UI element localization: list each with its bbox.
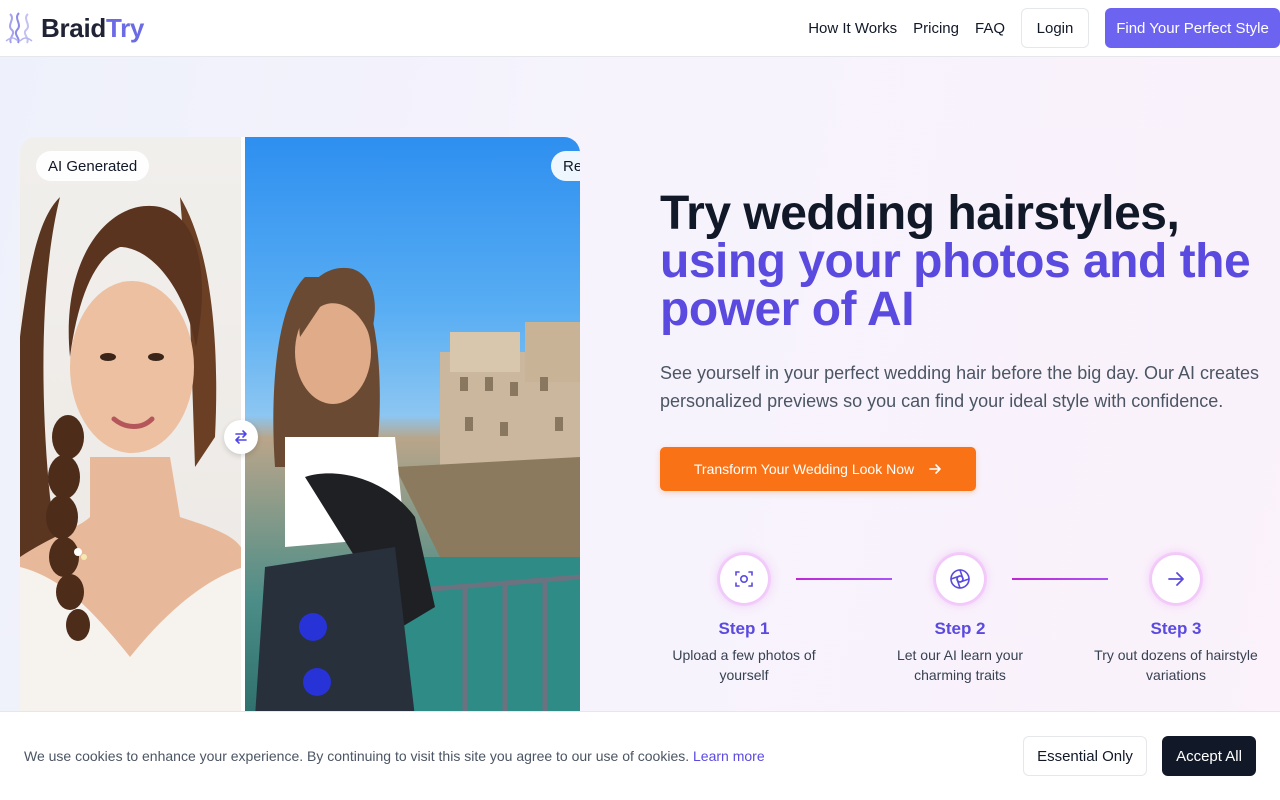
real-photo [245, 137, 580, 717]
hero-title-line1: Try wedding hairstyles, [660, 187, 1180, 240]
hero-title: Try wedding hairstyles, using your photo… [660, 190, 1260, 334]
step-1-title: Step 1 [718, 619, 770, 638]
transform-look-label: Transform Your Wedding Look Now [693, 461, 915, 477]
hero-title-line2: using your photos and the power of AI [660, 235, 1251, 336]
transform-look-button[interactable]: Transform Your Wedding Look Now [660, 447, 976, 491]
hero-subtitle: See yourself in your perfect wedding hai… [660, 363, 1260, 411]
nav-how-it-works[interactable]: How It Works [808, 20, 897, 37]
step-2: Step 2 Let our AI learn your charming tr… [870, 555, 1050, 685]
step-1-desc: Upload a few photos of yourself [672, 647, 816, 683]
step-2-title: Step 2 [934, 619, 986, 638]
essential-only-button[interactable]: Essential Only [1023, 736, 1147, 776]
braid-logo-icon [5, 12, 33, 44]
aperture-icon [936, 555, 984, 603]
main-nav: How It Works Pricing FAQ Login Find Your… [808, 0, 1280, 57]
brand-logo[interactable]: BraidTry [2, 0, 144, 57]
cookie-banner: We use cookies to enhance your experienc… [0, 711, 1280, 800]
real-photo-tag: Re [551, 151, 580, 181]
step-3-desc: Try out dozens of hairstyle variations [1094, 647, 1258, 683]
ai-generated-tag: AI Generated [36, 151, 150, 181]
step-3: Step 3 Try out dozens of hairstyle varia… [1086, 555, 1266, 685]
cookie-learn-more-link[interactable]: Learn more [693, 748, 765, 764]
scan-face-icon [720, 555, 768, 603]
arrow-right-icon [1152, 555, 1200, 603]
arrow-right-icon [928, 462, 942, 476]
accept-all-button[interactable]: Accept All [1162, 736, 1256, 776]
find-style-button[interactable]: Find Your Perfect Style [1105, 8, 1280, 48]
slider-handle[interactable] [224, 420, 258, 454]
brand-name: BraidTry [41, 12, 145, 43]
cookie-message: We use cookies to enhance your experienc… [24, 748, 765, 764]
swap-arrows-icon [235, 430, 247, 444]
nav-pricing[interactable]: Pricing [913, 20, 959, 37]
step-3-title: Step 3 [1150, 619, 1202, 638]
nav-faq[interactable]: FAQ [975, 20, 1005, 37]
step-1: Step 1 Upload a few photos of yourself [654, 555, 834, 685]
login-button[interactable]: Login [1021, 8, 1089, 48]
ai-generated-photo [20, 137, 244, 717]
site-header: BraidTry How It Works Pricing FAQ Login … [0, 0, 1280, 57]
step-2-desc: Let our AI learn your charming traits [896, 647, 1024, 683]
before-after-slider[interactable]: AI Generated Re [20, 137, 580, 717]
cookie-text: We use cookies to enhance your experienc… [24, 748, 690, 764]
